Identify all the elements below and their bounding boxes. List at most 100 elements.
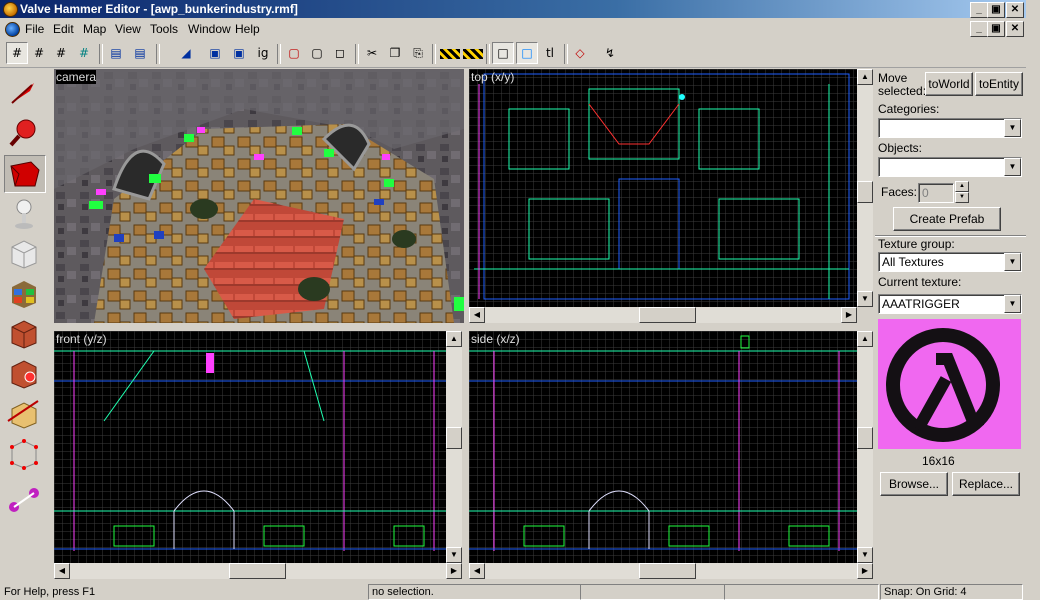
- spin-down-icon[interactable]: ▼: [955, 192, 969, 203]
- grid-toggle-icon[interactable]: #: [6, 42, 28, 64]
- texture-application-icon[interactable]: [4, 275, 44, 311]
- categories-label: Categories:: [878, 102, 940, 116]
- magnify-tool-icon[interactable]: [4, 115, 44, 151]
- side-viewport-hscroll[interactable]: ◀ ▶: [469, 563, 873, 579]
- menu-tools[interactable]: Tools: [150, 22, 178, 36]
- texture-preview[interactable]: [878, 319, 1021, 449]
- flip-icon[interactable]: ◇: [570, 43, 590, 63]
- copy-icon[interactable]: ❐: [385, 43, 405, 63]
- chevron-down-icon[interactable]: ▼: [1004, 158, 1021, 176]
- status-selection: no selection.: [368, 584, 581, 600]
- title-bar: Valve Hammer Editor - [awp_bunkerindustr…: [0, 0, 1026, 18]
- spin-up-icon[interactable]: ▲: [955, 181, 969, 192]
- faces-spinner[interactable]: 0: [918, 183, 954, 203]
- front-viewport-hscroll[interactable]: ◀ ▶: [54, 563, 462, 579]
- top-viewport-hscroll[interactable]: ◀ ▶: [469, 307, 857, 323]
- scroll-up-icon[interactable]: ▲: [446, 331, 462, 347]
- camera-tool-icon[interactable]: [4, 155, 46, 193]
- selection-box-icon[interactable]: □: [492, 42, 514, 64]
- scroll-thumb[interactable]: [639, 307, 696, 323]
- to-world-button[interactable]: toWorld: [925, 72, 973, 96]
- block-tool-icon[interactable]: [4, 235, 44, 271]
- cube-icon[interactable]: ◻: [330, 43, 350, 63]
- replace-button[interactable]: Replace...: [952, 472, 1020, 496]
- status-snap: Snap: On Grid: 4: [880, 584, 1023, 600]
- side-viewport-vscroll[interactable]: ▲ ▼: [857, 331, 873, 563]
- path-tool-icon[interactable]: [4, 481, 44, 517]
- menu-file[interactable]: File: [25, 22, 44, 36]
- maximize-icon[interactable]: ▣: [987, 2, 1005, 18]
- categories-dropdown[interactable]: ▼: [878, 118, 1022, 138]
- child-minimize-icon[interactable]: _: [970, 21, 988, 37]
- scroll-right-icon[interactable]: ▶: [857, 563, 873, 579]
- show-objects-icon[interactable]: ▣: [229, 43, 249, 63]
- scroll-right-icon[interactable]: ▶: [841, 307, 857, 323]
- group-icon[interactable]: ▤: [106, 43, 126, 63]
- scroll-thumb[interactable]: [857, 427, 873, 449]
- front-viewport-vscroll[interactable]: ▲ ▼: [446, 331, 462, 563]
- top-grid: [469, 69, 857, 307]
- scroll-right-icon[interactable]: ▶: [446, 563, 462, 579]
- child-restore-icon[interactable]: ▣: [987, 21, 1005, 37]
- larger-grid-icon[interactable]: #: [74, 43, 94, 63]
- ungroup-icon[interactable]: ▤: [130, 43, 150, 63]
- status-pane-empty-1: [580, 584, 725, 600]
- hide-objects-icon[interactable]: ▣: [205, 43, 225, 63]
- document-globe-icon[interactable]: [5, 22, 20, 37]
- camera-viewport[interactable]: camera: [54, 69, 464, 323]
- apply-texture-icon[interactable]: [4, 315, 44, 351]
- top-viewport[interactable]: top (x/y): [469, 69, 857, 307]
- scroll-down-icon[interactable]: ▼: [446, 547, 462, 563]
- chevron-down-icon[interactable]: ▼: [1004, 119, 1021, 137]
- entity-tool-icon[interactable]: [4, 195, 44, 231]
- hollow-icon[interactable]: ▢: [284, 43, 304, 63]
- cut-icon[interactable]: ✂: [362, 43, 382, 63]
- close-icon[interactable]: ✕: [1006, 2, 1024, 18]
- menu-help[interactable]: Help: [235, 22, 260, 36]
- select-by-handles-icon[interactable]: □: [516, 42, 538, 64]
- top-viewport-vscroll[interactable]: ▲ ▼: [857, 69, 873, 307]
- paste-icon[interactable]: ⎘: [408, 43, 428, 63]
- scroll-left-icon[interactable]: ◀: [54, 563, 70, 579]
- toggle-texture-lock-icon[interactable]: [440, 49, 460, 59]
- browse-button[interactable]: Browse...: [880, 472, 948, 496]
- child-close-icon[interactable]: ✕: [1006, 21, 1024, 37]
- scroll-down-icon[interactable]: ▼: [857, 547, 873, 563]
- scroll-left-icon[interactable]: ◀: [469, 563, 485, 579]
- scroll-thumb[interactable]: [857, 181, 873, 203]
- selection-tool-icon[interactable]: [4, 75, 44, 111]
- clipping-tool-icon[interactable]: [4, 395, 44, 431]
- menu-view[interactable]: View: [115, 22, 141, 36]
- decal-tool-icon[interactable]: [4, 355, 44, 391]
- scroll-thumb[interactable]: [446, 427, 462, 449]
- texture-lock-button[interactable]: tl: [540, 43, 560, 63]
- scroll-thumb[interactable]: [229, 563, 286, 579]
- run-map-icon[interactable]: ↯: [600, 43, 620, 63]
- scroll-up-icon[interactable]: ▲: [857, 331, 873, 347]
- to-entity-button[interactable]: toEntity: [975, 72, 1023, 96]
- scroll-down-icon[interactable]: ▼: [857, 291, 873, 307]
- 3d-grid-icon[interactable]: #: [29, 43, 49, 63]
- chevron-down-icon[interactable]: ▼: [1004, 295, 1021, 313]
- texture-lock-off-icon[interactable]: [463, 49, 483, 59]
- texture-group-dropdown[interactable]: All Textures ▼: [878, 252, 1022, 272]
- ignore-groups-button[interactable]: ig: [253, 43, 273, 63]
- chevron-down-icon[interactable]: ▼: [1004, 253, 1021, 271]
- menu-map[interactable]: Map: [83, 22, 106, 36]
- vertex-tool-icon[interactable]: [4, 435, 44, 471]
- create-prefab-button[interactable]: Create Prefab: [893, 207, 1001, 231]
- current-texture-dropdown[interactable]: AAATRIGGER ▼: [878, 294, 1022, 314]
- menu-edit[interactable]: Edit: [53, 22, 74, 36]
- scroll-up-icon[interactable]: ▲: [857, 69, 873, 85]
- smaller-grid-icon[interactable]: #: [51, 43, 71, 63]
- side-viewport[interactable]: side (x/z): [469, 331, 857, 563]
- scroll-thumb[interactable]: [639, 563, 696, 579]
- minimize-icon[interactable]: _: [970, 2, 988, 18]
- menu-window[interactable]: Window: [188, 22, 231, 36]
- carve-icon[interactable]: ◢: [176, 43, 196, 63]
- scroll-left-icon[interactable]: ◀: [469, 307, 485, 323]
- camera-render: [54, 69, 464, 323]
- objects-dropdown[interactable]: ▼: [878, 157, 1022, 177]
- front-viewport[interactable]: front (y/z): [54, 331, 446, 563]
- make-hollow-icon[interactable]: ▢: [307, 43, 327, 63]
